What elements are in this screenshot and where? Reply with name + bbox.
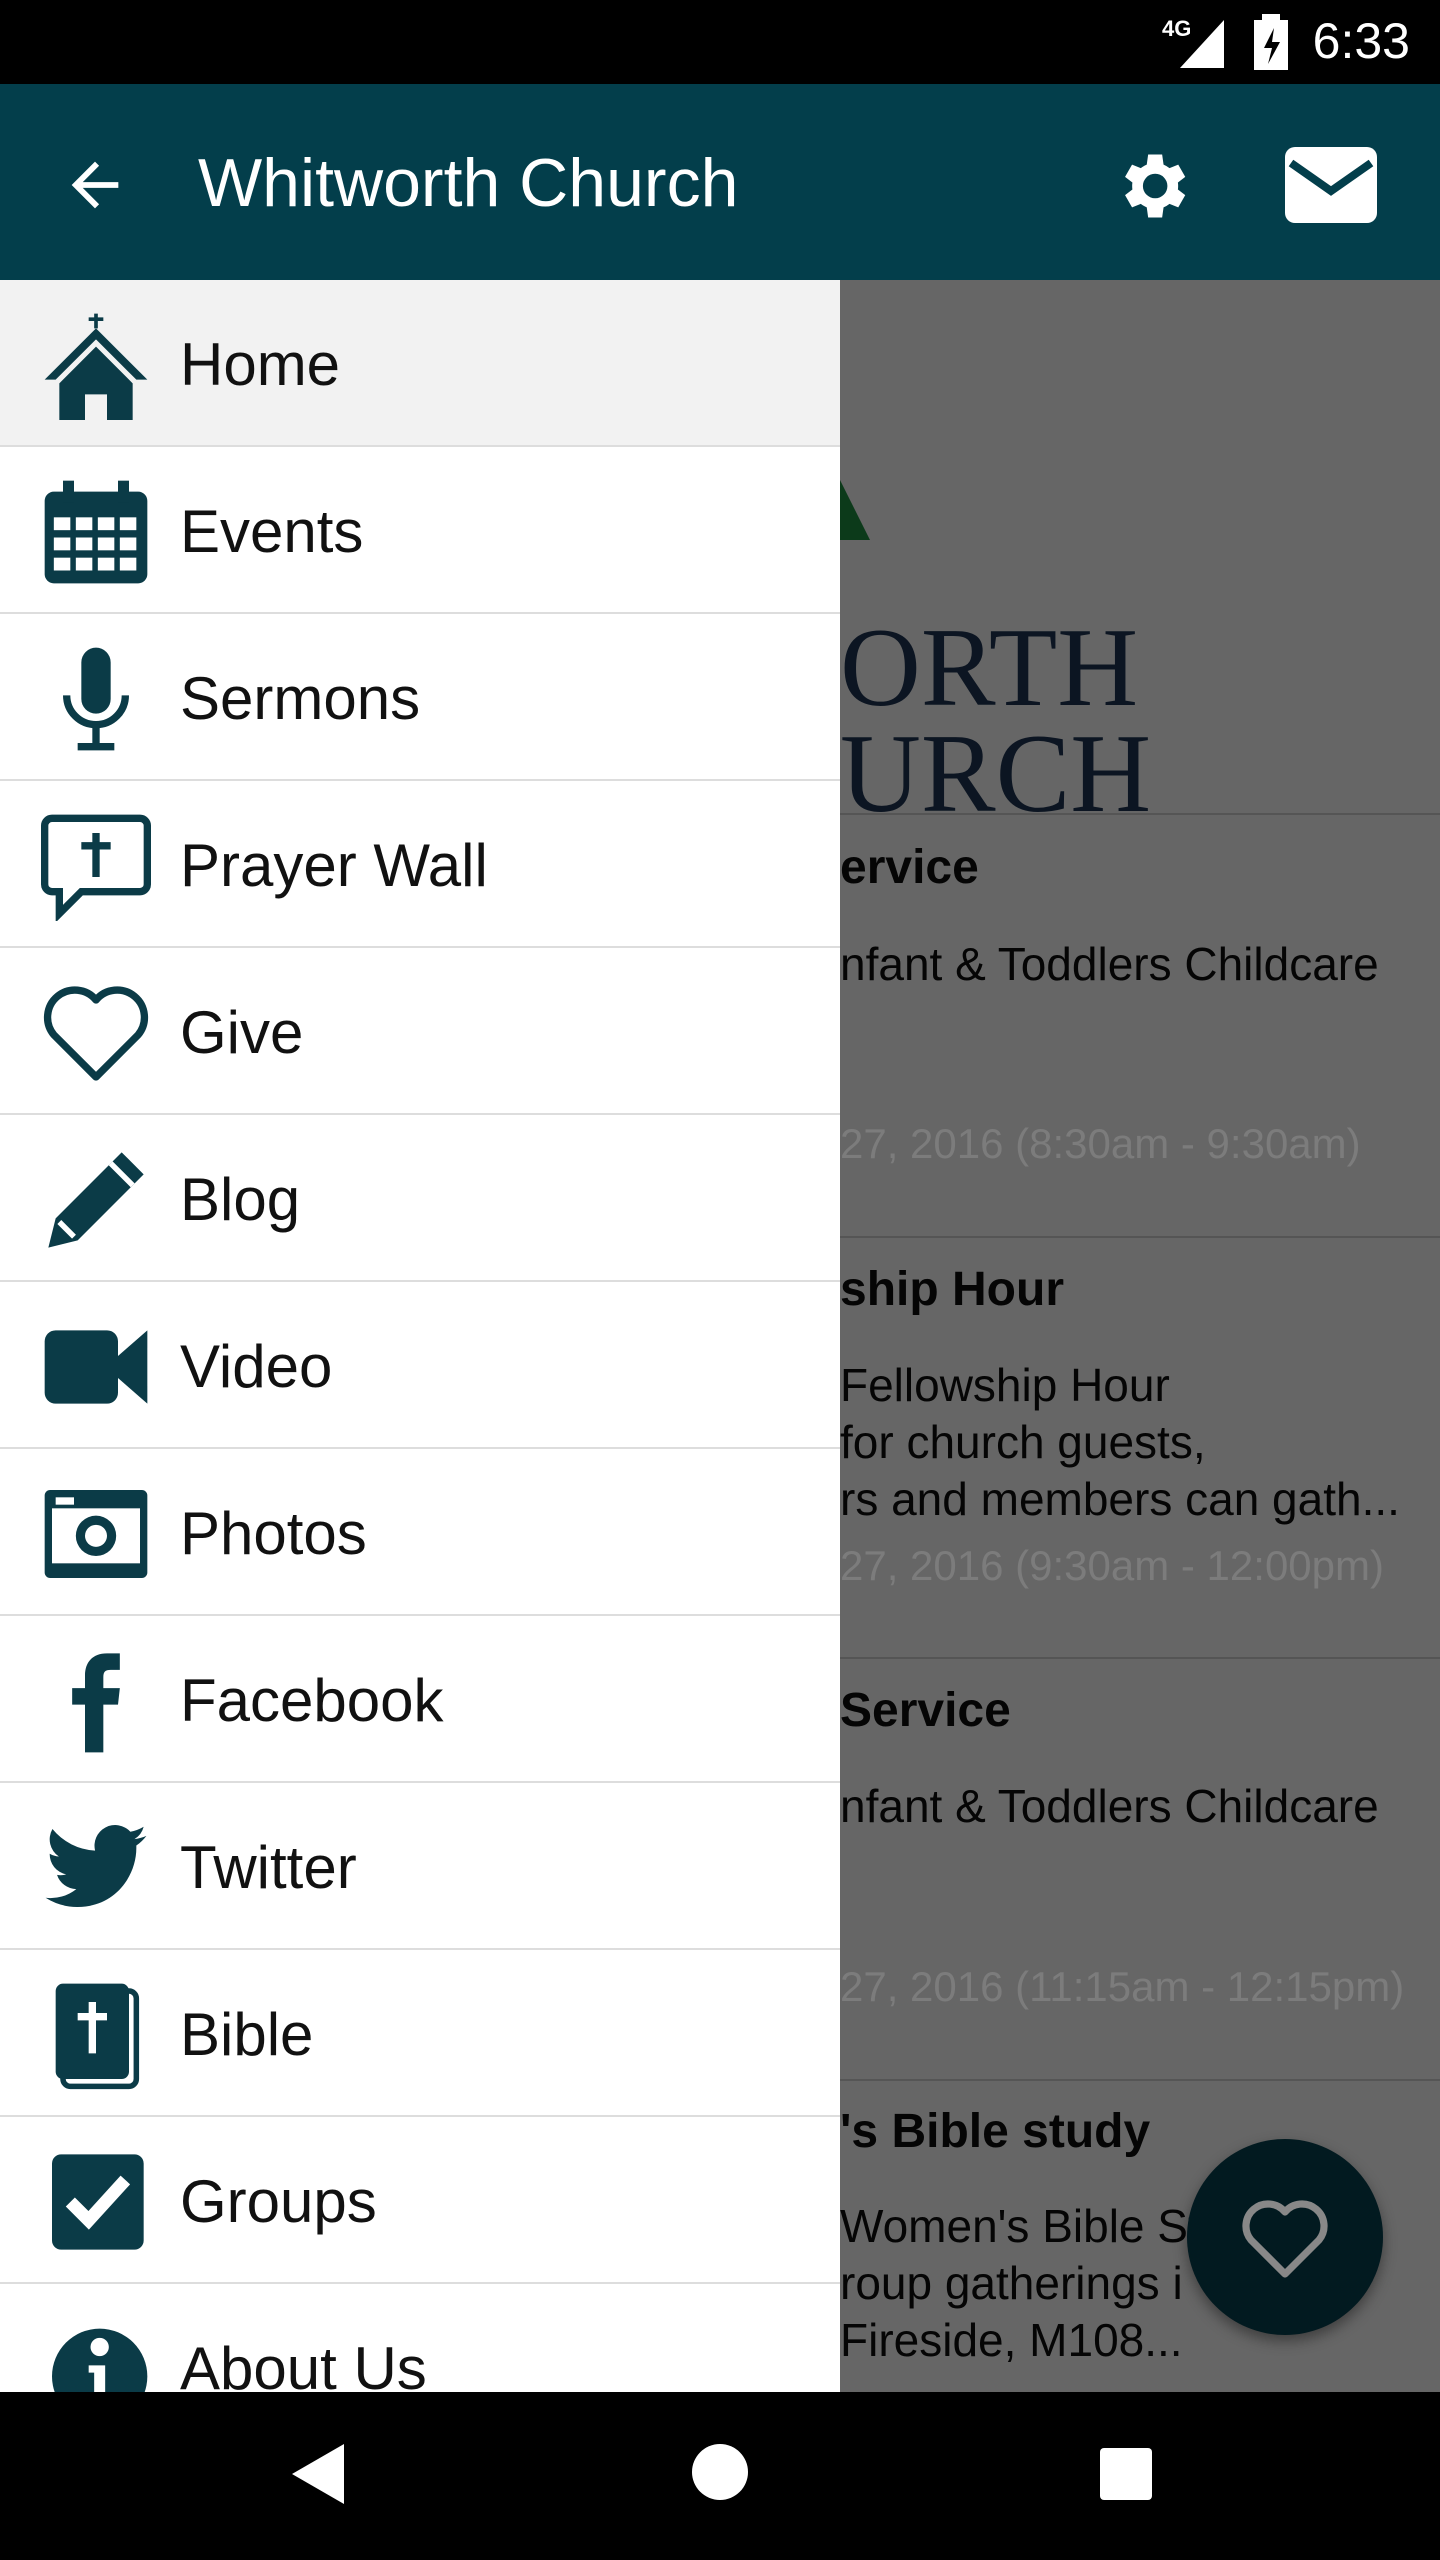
drawer-item-label: Video	[180, 1333, 333, 1400]
event-desc: roup gatherings i	[840, 2257, 1183, 2309]
pencil-icon	[48, 1152, 144, 1248]
home-icon	[44, 313, 148, 420]
event-desc: for church guests,	[840, 1416, 1206, 1468]
video-camera-icon	[44, 1330, 148, 1404]
home-circle-icon[interactable]	[690, 2442, 750, 2502]
app-bar: Whitworth Church	[0, 84, 1440, 280]
gear-icon[interactable]	[1110, 144, 1194, 228]
drawer-item-label: Prayer Wall	[180, 832, 488, 899]
back-triangle-icon[interactable]	[290, 2442, 346, 2506]
event-desc: nfant & Toddlers Childcare	[840, 1780, 1379, 1832]
system-nav-bar	[0, 2392, 1440, 2560]
favorite-fab[interactable]	[1187, 2139, 1383, 2335]
drawer-item-groups[interactable]: Groups	[0, 2117, 840, 2284]
status-bar: 4G 6:33	[0, 0, 1440, 84]
drawer-item-video[interactable]: Video	[0, 1282, 840, 1449]
bible-icon	[55, 1983, 140, 2090]
microphone-icon	[63, 647, 129, 751]
event-desc: rs and members can gath...	[840, 1473, 1400, 1525]
event-date: 27, 2016 (8:30am - 9:30am)	[840, 1120, 1361, 1167]
heart-icon	[43, 986, 149, 1081]
battery-icon	[1254, 14, 1288, 70]
app-title: Whitworth Church	[198, 145, 739, 221]
prayer-bubble-icon	[41, 814, 151, 921]
drawer-item-about-us[interactable]: About Us	[0, 2284, 840, 2392]
event-title: Service	[840, 1684, 1011, 1737]
event-desc: Women's Bible St	[840, 2200, 1201, 2252]
recents-square-icon[interactable]	[1098, 2446, 1154, 2502]
facebook-icon	[72, 1653, 120, 1753]
event-title: ervice	[840, 841, 979, 894]
drawer-item-label: Sermons	[180, 665, 421, 732]
logo-mark	[840, 480, 870, 540]
checkbox-icon	[52, 2154, 144, 2250]
drawer-item-events[interactable]: Events	[0, 447, 840, 614]
event-title: 's Bible study	[840, 2105, 1151, 2158]
drawer-item-sermons[interactable]: Sermons	[0, 614, 840, 781]
event-title: ship Hour	[840, 1263, 1064, 1316]
drawer-item-label: Facebook	[180, 1667, 444, 1734]
clock: 6:33	[1312, 13, 1410, 69]
drawer-item-label: Home	[180, 331, 341, 398]
drawer-item-label: Twitter	[180, 1834, 357, 1901]
drawer-item-prayer-wall[interactable]: Prayer Wall	[0, 781, 840, 948]
drawer-item-label: About Us	[180, 2335, 427, 2392]
twitter-icon	[45, 1825, 147, 1907]
drawer-item-twitter[interactable]: Twitter	[0, 1783, 840, 1950]
navigation-drawer: Home Events Sermons Prayer Wall Give Blo…	[0, 280, 840, 2392]
drawer-item-blog[interactable]: Blog	[0, 1115, 840, 1282]
calendar-icon	[44, 480, 148, 584]
drawer-item-label: Photos	[180, 1500, 367, 1567]
drawer-item-photos[interactable]: Photos	[0, 1449, 840, 1616]
drawer-item-home[interactable]: Home	[0, 280, 840, 447]
event-desc: Fellowship Hour	[840, 1359, 1170, 1411]
drawer-item-give[interactable]: Give	[0, 948, 840, 1115]
drawer-item-label: Events	[180, 498, 364, 565]
mail-icon[interactable]	[1285, 146, 1377, 224]
heart-icon	[1242, 2200, 1328, 2278]
drawer-item-label: Blog	[180, 1166, 301, 1233]
event-date: 27, 2016 (9:30am - 12:00pm)	[840, 1542, 1384, 1589]
back-arrow-icon[interactable]	[60, 150, 130, 220]
logo-text: ORTH	[840, 606, 1139, 730]
event-desc: Fireside, M108...	[840, 2314, 1183, 2366]
drawer-item-label: Groups	[180, 2168, 377, 2235]
info-icon	[52, 2328, 148, 2392]
drawer-item-label: Bible	[180, 2001, 314, 2068]
drawer-item-facebook[interactable]: Facebook	[0, 1616, 840, 1783]
drawer-item-bible[interactable]: Bible	[0, 1950, 840, 2117]
signal-icon	[1180, 20, 1224, 68]
event-date: 27, 2016 (11:15am - 12:15pm)	[840, 1963, 1405, 2010]
event-desc: nfant & Toddlers Childcare	[840, 938, 1379, 990]
drawer-item-label: Give	[180, 999, 304, 1066]
camera-icon	[44, 1490, 148, 1578]
